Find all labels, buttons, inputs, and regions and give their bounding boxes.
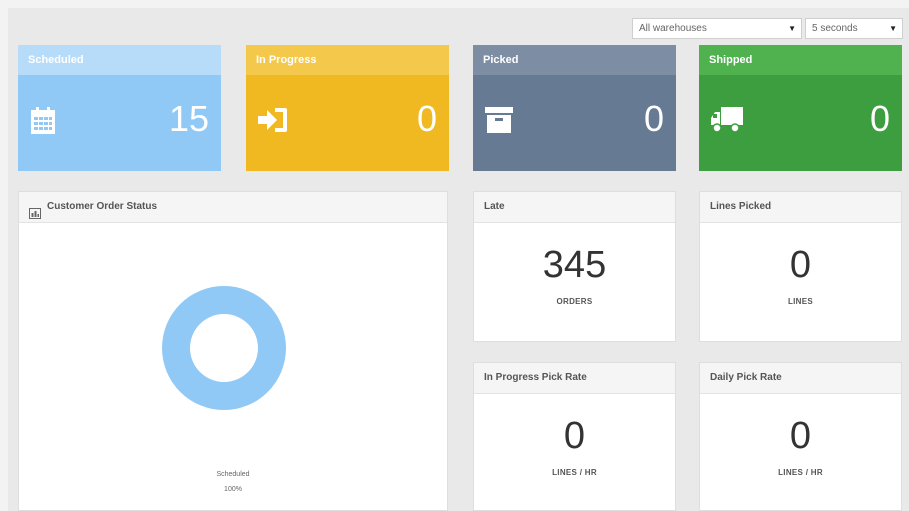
panel-title: Lines Picked (700, 192, 901, 223)
tile-value: 15 (168, 98, 209, 139)
tile-label: Scheduled (18, 45, 221, 75)
metric-value: 345 (542, 244, 607, 286)
tile-value: 0 (416, 98, 437, 139)
archive-box-icon (485, 107, 513, 138)
panel-header: Customer Order Status (19, 192, 447, 223)
metric-unit: LINES / HR (552, 468, 597, 477)
donut-chart-svg (161, 285, 287, 411)
metric-value: 0 (789, 244, 812, 286)
donut-slice-scheduled[interactable] (161, 285, 287, 411)
tile-label: In Progress (246, 45, 449, 75)
warehouse-select[interactable]: All warehouses ▼ (632, 18, 802, 39)
calendar-icon (30, 107, 56, 140)
metric-value: 0 (789, 415, 812, 457)
donut-chart: Scheduled 100% (19, 223, 447, 511)
refresh-interval-select[interactable]: 5 seconds ▼ (805, 18, 903, 39)
metric-value: 0 (563, 415, 586, 457)
warehouse-select-value: All warehouses (639, 23, 707, 34)
donut-slice-label: Scheduled (216, 471, 250, 478)
panel-title: In Progress Pick Rate (474, 363, 675, 394)
tile-value: 0 (643, 98, 664, 139)
lines-picked-panel: Lines Picked 0 LINES (699, 191, 902, 342)
daily-pick-rate-panel: Daily Pick Rate 0 LINES / HR (699, 362, 902, 511)
tile-value: 0 (869, 98, 890, 139)
metric-unit: LINES (787, 297, 814, 306)
late-panel: Late 345 ORDERS (473, 191, 676, 342)
tile-label: Shipped (699, 45, 902, 75)
panel-title: Customer Order Status (47, 201, 158, 212)
tile-in-progress[interactable]: In Progress 0 (246, 45, 449, 171)
in-progress-pick-rate-panel: In Progress Pick Rate 0 LINES / HR (473, 362, 676, 511)
dropdown-arrow-icon: ▼ (788, 24, 796, 33)
tile-scheduled[interactable]: Scheduled 15 (18, 45, 221, 171)
dropdown-arrow-icon: ▼ (889, 24, 897, 33)
metric-unit: ORDERS (556, 297, 593, 306)
truck-icon (711, 107, 743, 138)
panel-title: Late (474, 192, 675, 223)
sign-in-icon (258, 107, 288, 138)
refresh-interval-value: 5 seconds (812, 23, 858, 34)
donut-slice-percent: 100% (224, 486, 242, 493)
customer-order-status-panel: Customer Order Status Scheduled 100% (18, 191, 448, 511)
panel-title: Daily Pick Rate (700, 363, 901, 394)
tile-shipped[interactable]: Shipped 0 (699, 45, 902, 171)
tile-label: Picked (473, 45, 676, 75)
metric-unit: LINES / HR (778, 468, 823, 477)
tile-picked[interactable]: Picked 0 (473, 45, 676, 171)
